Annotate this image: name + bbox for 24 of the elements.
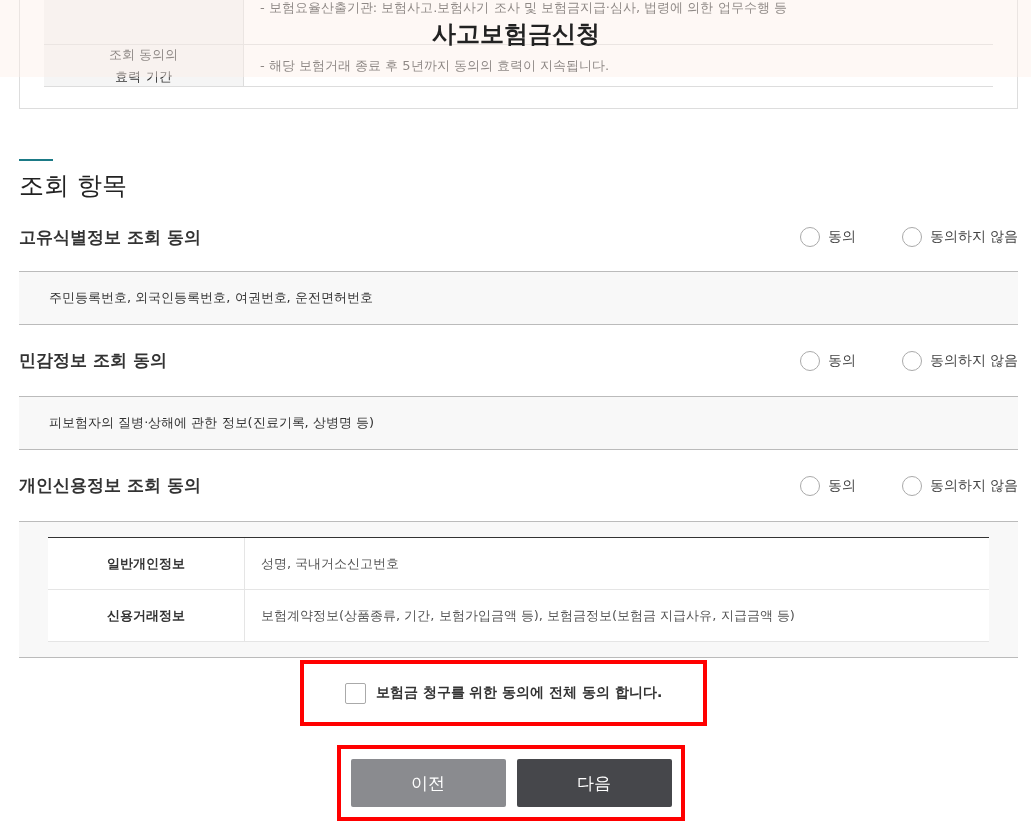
table-cell: 조회 동의의 효력 기간 [44,45,244,86]
consent-title: 고유식별정보 조회 동의 [19,225,201,249]
page-title: 사고보험금신청 [431,18,600,50]
radio-option[interactable]: 동의하지 않음 [901,475,1018,496]
radio-option[interactable]: 동의하지 않음 [901,227,1018,247]
radio-option[interactable]: 동의 [799,350,880,371]
consent-title: 민감정보 조회 동의 [19,349,167,372]
table-cell: 신용거래정보 [48,590,245,641]
table-cell: 일반개인정보 [48,538,245,589]
next-button[interactable]: 다음 [516,759,672,807]
radio-option[interactable]: 동의 [799,227,880,247]
detail-text: 피보험자의 질병·상해에 관한 정보(진료기록, 상병명 등) [48,414,376,432]
detail-text: 주민등록번호, 외국인등록번호, 여권번호, 운전면허번호 [48,289,374,307]
checkbox[interactable] [344,682,366,704]
agree-all-checkbox-option[interactable]: 보험금 청구를 위한 동의에 전체 동의 합니다. [344,682,663,704]
table-cell-text: - 보험요율산출기관: 보험사고.보험사기 조사 및 보험금지급·심사, 법령에 의한 업무수행 등 [260,0,787,16]
radio-option[interactable]: 동의하지 않음 [901,350,1018,371]
section-title: 조회 항목 [19,170,128,202]
section-accent-line [19,159,53,161]
table-cell-text: 보험계약정보(상품종류, 기간, 보험가입금액 등), 보험금정보(보험금 지급사유, 지급금액 등) [260,606,796,625]
table-cell-text: - 해당 보험거래 종료 후 5년까지 동의의 효력이 지속됩니다. [260,57,610,74]
table-cell-text: 성명, 국내거소신고번호 [260,554,401,573]
consent-title: 개인신용정보 조회 동의 [19,474,201,497]
radio-option[interactable]: 동의 [799,475,880,496]
